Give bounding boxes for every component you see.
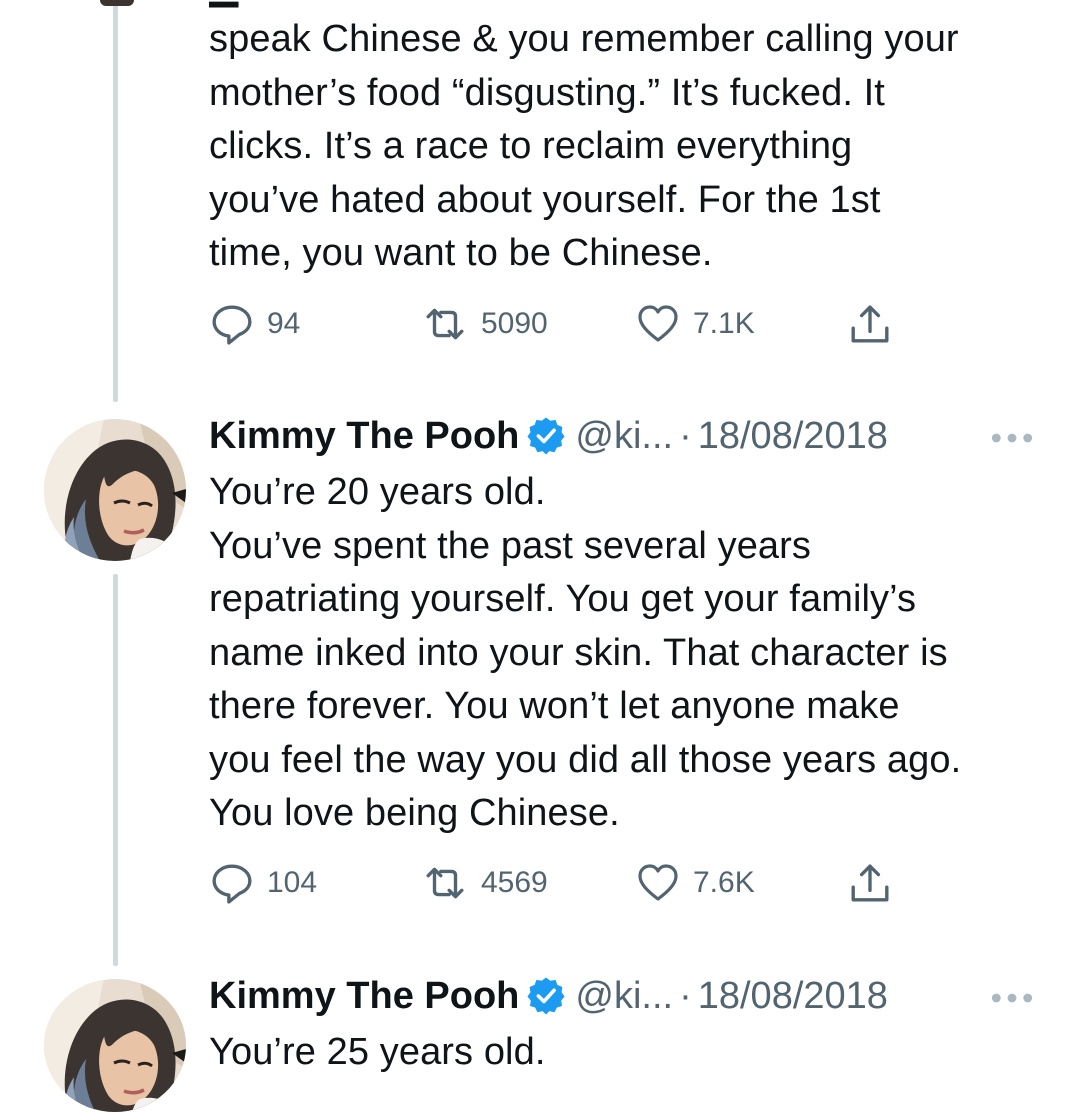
tweet-actions: 94 5090 7.1K xyxy=(209,294,909,354)
reply-icon xyxy=(212,864,252,904)
like-button[interactable]: 7.6K xyxy=(637,853,755,913)
retweet-button[interactable]: 5090 xyxy=(423,294,548,354)
reply-count: 94 xyxy=(267,307,301,340)
verified-badge-icon xyxy=(527,976,566,1016)
tweet-text: speak Chinese & you remember calling you… xyxy=(209,18,959,274)
verified-badge-icon xyxy=(527,416,566,456)
tweet-header: Kimmy The Pooh @ki... · 18/08/2018 xyxy=(209,410,1059,462)
handle[interactable]: @ki... xyxy=(575,975,673,1018)
display-name[interactable]: Kimmy The Pooh xyxy=(209,415,519,458)
tweet-actions: 104 4569 7.6K xyxy=(209,853,909,913)
retweet-button[interactable]: 4569 xyxy=(423,853,548,913)
reply-count: 104 xyxy=(267,866,318,899)
avatar-fragment xyxy=(100,0,134,6)
more-button[interactable] xyxy=(990,972,1034,1024)
reply-icon xyxy=(212,305,252,345)
separator: · xyxy=(679,414,692,457)
tweet-date[interactable]: 18/08/2018 xyxy=(698,415,888,458)
heart-icon xyxy=(638,864,678,901)
clipped-text-fragment xyxy=(209,1092,1039,1112)
share-icon xyxy=(851,305,889,343)
retweet-count: 5090 xyxy=(481,307,548,340)
avatar[interactable] xyxy=(44,419,186,561)
avatar-image xyxy=(44,419,186,561)
tweet-header: Kimmy The Pooh @ki... · 18/08/2018 xyxy=(209,970,1059,1022)
handle[interactable]: @ki... xyxy=(575,415,673,458)
more-icon xyxy=(991,993,1033,1003)
more-button[interactable] xyxy=(990,412,1034,464)
tweet-text: You’re 20 years old. You’ve spent the pa… xyxy=(209,471,962,834)
share-button[interactable] xyxy=(849,853,891,913)
retweet-icon xyxy=(426,867,464,899)
retweet-icon xyxy=(426,308,464,340)
retweet-count: 4569 xyxy=(481,866,548,899)
reply-button[interactable]: 104 xyxy=(211,853,317,913)
display-name[interactable]: Kimmy The Pooh xyxy=(209,975,519,1018)
reply-button[interactable]: 94 xyxy=(211,294,300,354)
separator: · xyxy=(679,974,692,1017)
tweet-date[interactable]: 18/08/2018 xyxy=(698,975,888,1018)
avatar-image xyxy=(44,979,186,1112)
like-button[interactable]: 7.1K xyxy=(637,294,755,354)
avatar[interactable] xyxy=(44,979,186,1112)
more-icon xyxy=(991,433,1033,443)
tweet-text: You’re 25 years old. xyxy=(209,1031,546,1073)
share-button[interactable] xyxy=(849,294,891,354)
like-count: 7.6K xyxy=(693,866,755,899)
share-icon xyxy=(851,864,889,902)
like-count: 7.1K xyxy=(693,307,755,340)
thread-line xyxy=(113,574,118,966)
clipped-text-fragment: ▁ xyxy=(209,0,1039,14)
thread-line xyxy=(113,0,118,402)
heart-icon xyxy=(638,305,678,342)
